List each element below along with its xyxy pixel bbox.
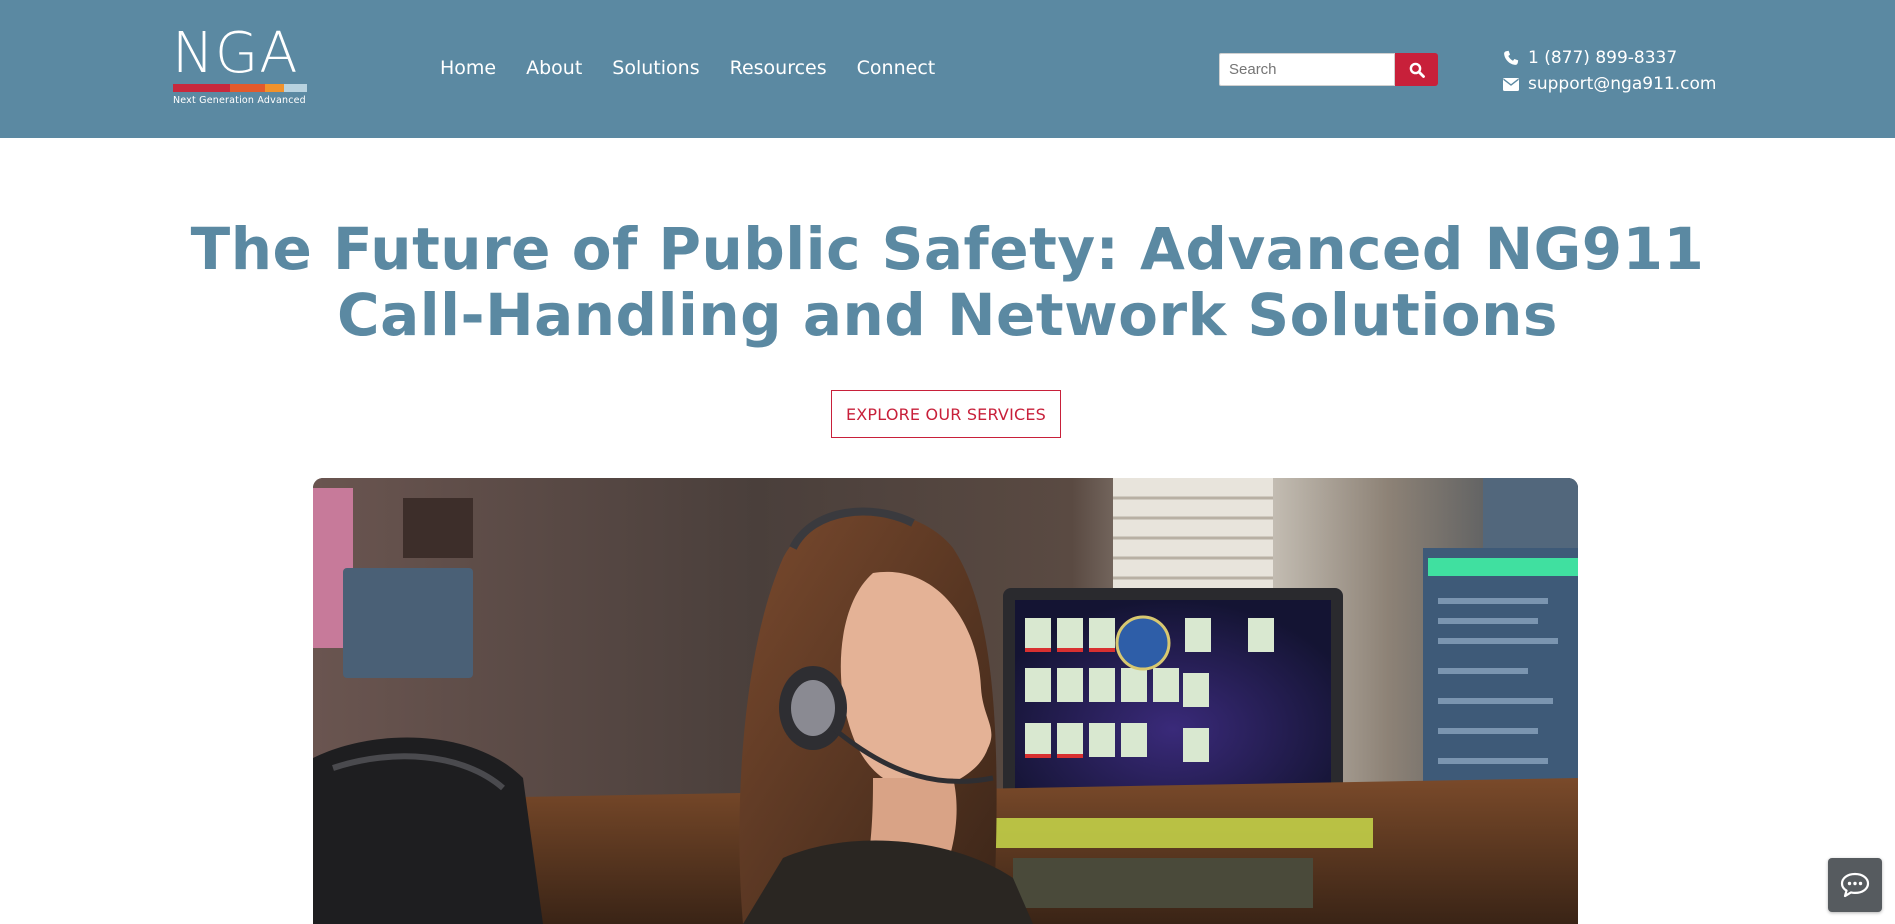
hero-title: The Future of Public Safety: Advanced NG… [0, 216, 1895, 348]
hero-title-line-1: The Future of Public Safety: Advanced NG… [190, 215, 1705, 283]
phone-icon [1502, 49, 1520, 67]
nav-item-connect[interactable]: Connect [857, 56, 936, 80]
hero-title-line-2: Call-Handling and Network Solutions [337, 281, 1558, 349]
search-icon [1409, 62, 1425, 78]
nav-item-solutions[interactable]: Solutions [612, 56, 699, 80]
phone-number: 1 (877) 899-8337 [1528, 48, 1678, 68]
chat-bubble-icon [1840, 872, 1870, 898]
explore-services-button[interactable]: EXPLORE OUR SERVICES [831, 390, 1061, 438]
contact-email[interactable]: support@nga911.com [1502, 71, 1716, 97]
logo-bar-red [173, 84, 230, 92]
search-button[interactable] [1395, 53, 1438, 86]
logo-bar-orange [265, 84, 284, 92]
logo-bar-light-blue [284, 84, 307, 92]
main-nav: Home About Solutions Resources Connect [440, 56, 935, 80]
contact-phone[interactable]: 1 (877) 899-8337 [1502, 45, 1716, 71]
nga-logo[interactable]: NGA Next Generation Advanced [172, 24, 308, 106]
logo-bar-orange-red [230, 84, 265, 92]
search-input[interactable] [1219, 53, 1395, 86]
nav-item-resources[interactable]: Resources [730, 56, 827, 80]
email-address: support@nga911.com [1528, 74, 1717, 94]
dispatcher-photo [313, 478, 1578, 924]
site-header: NGA Next Generation Advanced Home About … [0, 0, 1895, 138]
logo-text: NGA [172, 21, 299, 86]
chat-widget-button[interactable] [1828, 858, 1882, 912]
logo-tagline: Next Generation Advanced [173, 95, 306, 106]
nav-item-about[interactable]: About [526, 56, 582, 80]
hero-image-dispatcher [313, 478, 1578, 924]
contact-info: 1 (877) 899-8337 support@nga911.com [1502, 45, 1716, 97]
nav-item-home[interactable]: Home [440, 56, 496, 80]
search-form [1219, 53, 1438, 86]
envelope-icon [1502, 75, 1520, 93]
